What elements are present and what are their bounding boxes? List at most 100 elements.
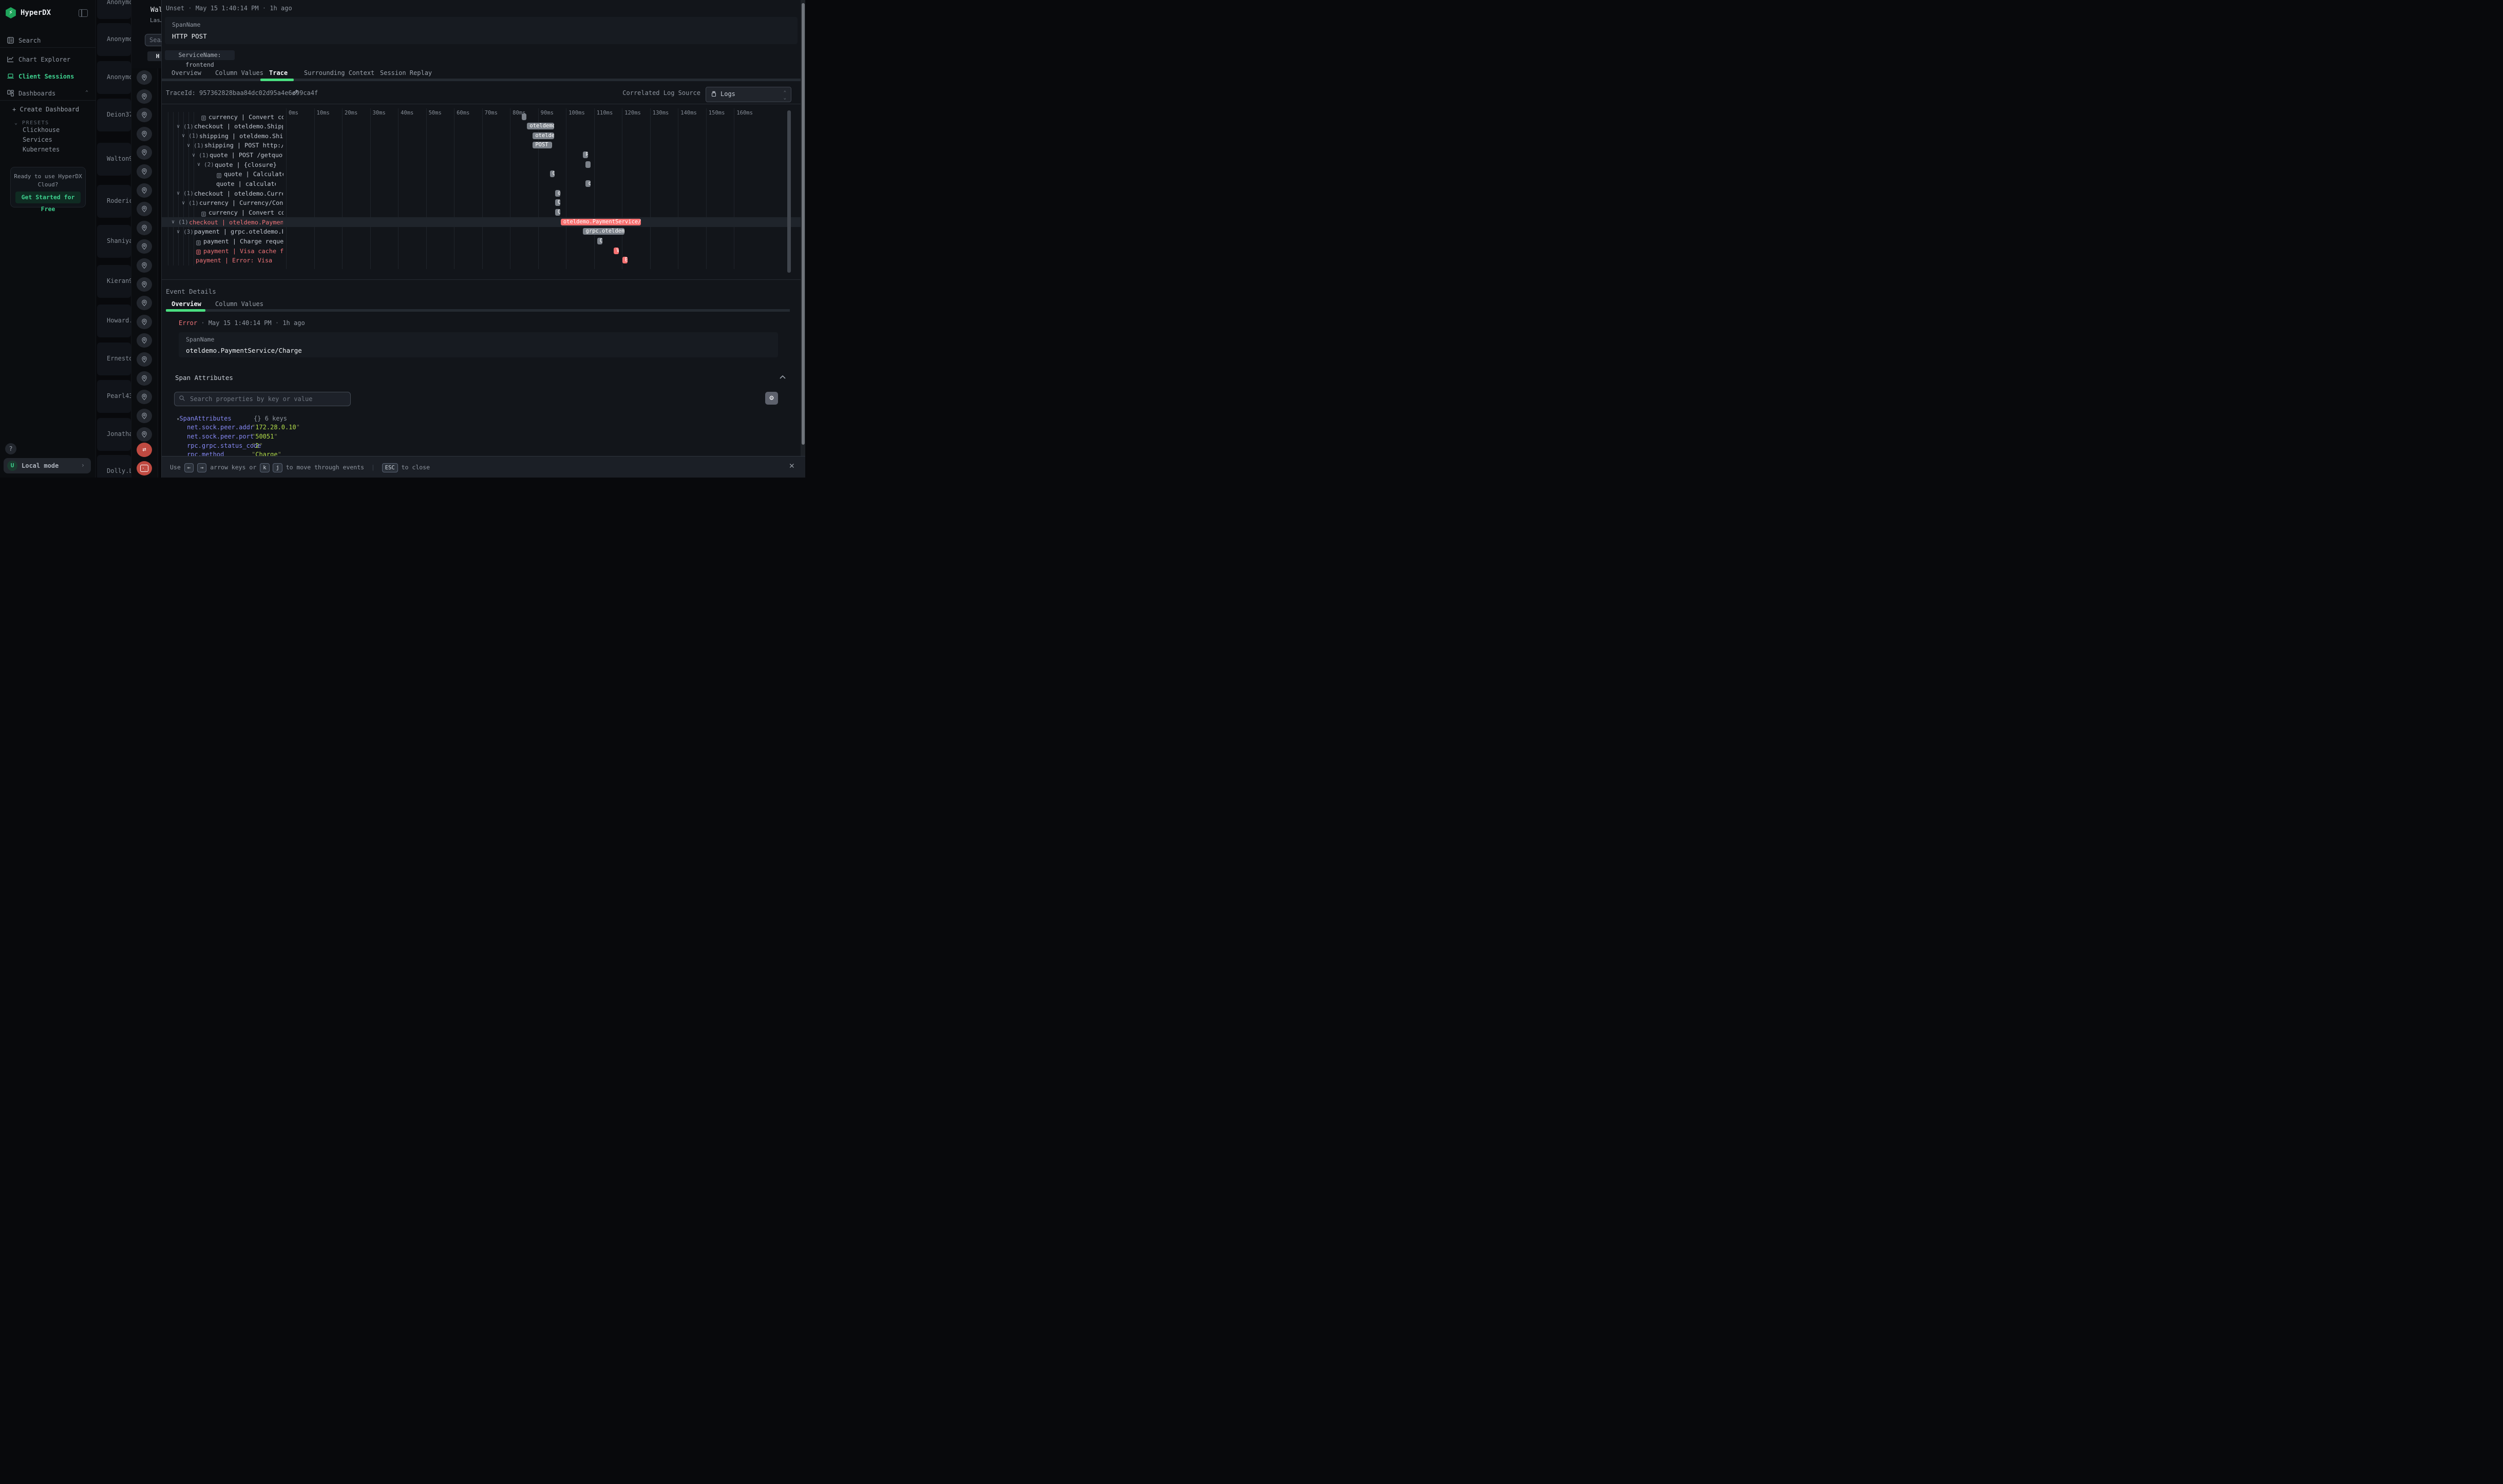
timeline-event-pin-icon[interactable]: [137, 352, 152, 367]
local-mode-button[interactable]: U Local mode ›: [4, 458, 91, 473]
sidebar-item-search[interactable]: Search: [0, 33, 96, 48]
session-list-item[interactable]: Deion37@gm…: [97, 99, 131, 131]
chevron-down-icon[interactable]: ∨: [177, 229, 180, 235]
help-button[interactable]: ?: [5, 443, 16, 454]
edit-pencil-icon[interactable]: [292, 89, 299, 96]
timeline-event-pin-icon[interactable]: [137, 221, 152, 235]
session-list-item[interactable]: Anonymous: [97, 23, 131, 56]
session-list-item[interactable]: Ernesto33@…: [97, 343, 131, 375]
span-bar[interactable]: [585, 161, 591, 168]
span-bar[interactable]: C: [597, 238, 602, 244]
session-list-item[interactable]: Shaniya.Sc…: [97, 225, 131, 258]
trace-span-row[interactable]: quote | calculate-quotec: [162, 179, 801, 189]
span-bar[interactable]: oteldemo: [533, 132, 554, 139]
preset-clickhouse[interactable]: Clickhouse: [23, 126, 60, 134]
trace-span-row[interactable]: payment | Visa cache full: c…V: [162, 246, 801, 256]
waterfall-scrollbar[interactable]: [787, 110, 791, 273]
presets-group[interactable]: ⌄ PRESETS: [14, 117, 49, 126]
chevron-down-icon[interactable]: ∨: [182, 200, 185, 206]
trace-span-row[interactable]: ∨(1)shipping | oteldemo.Shipping…oteldem…: [162, 131, 801, 141]
tab-session-replay[interactable]: Session Replay: [380, 69, 432, 77]
tab-surrounding-context[interactable]: Surrounding Context: [304, 69, 374, 77]
session-list-item[interactable]: Anonymous: [97, 0, 131, 19]
session-list-item[interactable]: Walton9@ho…: [97, 143, 131, 176]
tab-trace[interactable]: Trace: [269, 69, 288, 77]
span-bar[interactable]: POST htt: [533, 142, 552, 148]
timeline-event-pin-icon[interactable]: [137, 127, 152, 141]
drawer-scrollbar-thumb[interactable]: [802, 3, 805, 445]
session-list-item[interactable]: Roderick_S…: [97, 185, 131, 218]
get-started-button[interactable]: Get Started for Free: [15, 192, 81, 203]
span-bar[interactable]: C: [555, 209, 560, 216]
create-dashboard-button[interactable]: + Create Dashboard: [12, 106, 79, 113]
session-list-item[interactable]: Howard.Run…: [97, 305, 131, 337]
gear-icon[interactable]: ⚙: [765, 392, 778, 405]
preset-services[interactable]: Services: [23, 136, 52, 143]
span-bar-error[interactable]: V: [614, 248, 619, 254]
timeline-event-pin-icon[interactable]: [137, 70, 152, 85]
timeline-event-pin-icon[interactable]: [137, 108, 152, 122]
chevron-down-icon[interactable]: ∨: [177, 124, 180, 129]
trace-span-row[interactable]: currency | Convert convers…C: [162, 208, 801, 218]
service-name-chip[interactable]: ServiceName: frontend: [165, 50, 235, 60]
chevron-down-icon[interactable]: ∨: [177, 191, 180, 196]
trace-span-row[interactable]: currency | Convert convers…: [162, 112, 801, 122]
session-list-item[interactable]: Kieran92@h…: [97, 265, 131, 298]
timeline-event-pin-icon[interactable]: [137, 164, 152, 179]
trace-span-row[interactable]: ∨(1)shipping | POST http://quo…POST htt: [162, 141, 801, 150]
chevron-down-icon[interactable]: ∨: [182, 133, 185, 139]
timeline-terminal-icon[interactable]: ›_: [137, 461, 152, 475]
span-bar[interactable]: grpc.oteldemo.: [583, 228, 624, 235]
span-bar-error[interactable]: oteldemo.PaymentService/Char: [561, 219, 641, 225]
timeline-event-pin-icon[interactable]: [137, 258, 152, 273]
collapse-chevron-icon[interactable]: [779, 374, 786, 379]
session-list-item[interactable]: Dolly.Lubo…: [97, 455, 131, 478]
chevron-down-icon[interactable]: ∨: [172, 219, 175, 225]
timeline-event-pin-icon[interactable]: [137, 371, 152, 386]
timeline-swap-arrows-icon[interactable]: ⇄: [137, 443, 152, 457]
trace-span-row[interactable]: ∨(2)quote | {closure}: [162, 160, 801, 169]
chevron-down-icon[interactable]: ∨: [192, 153, 195, 158]
timeline-event-pin-icon[interactable]: [137, 89, 152, 104]
session-list-item[interactable]: Jonathan.B…: [97, 418, 131, 451]
trace-span-row[interactable]: ∨(1)checkout | oteldemo.PaymentServi…ote…: [162, 217, 801, 227]
trace-span-row[interactable]: ∨(1)checkout | oteldemo.CurrencySe…o: [162, 188, 801, 198]
span-bar-error[interactable]: E: [622, 257, 628, 263]
span-bar[interactable]: C: [555, 199, 560, 206]
trace-span-row[interactable]: payment | Charge request rec…C: [162, 237, 801, 246]
tab-overview[interactable]: Overview: [172, 69, 201, 77]
span-bar[interactable]: [522, 113, 527, 120]
close-icon[interactable]: ✕: [789, 461, 794, 471]
timeline-event-pin-icon[interactable]: [137, 183, 152, 198]
trace-span-row[interactable]: ∨(1)quote | POST /getquoteP: [162, 150, 801, 160]
attributes-search-input[interactable]: [174, 392, 351, 406]
sidebar-item-client-sessions[interactable]: Client Sessions: [0, 69, 96, 84]
span-bar[interactable]: o: [555, 190, 560, 197]
timeline-event-pin-icon[interactable]: [137, 296, 152, 310]
session-list-item[interactable]: Pearl43@ho…: [97, 380, 131, 413]
trace-span-row[interactable]: payment | Error: Visa cache ful…E: [162, 256, 801, 265]
preset-kubernetes[interactable]: Kubernetes: [23, 146, 60, 153]
timeline-event-pin-icon[interactable]: [137, 202, 152, 216]
sidebar-collapse-icon[interactable]: [79, 9, 88, 17]
session-list-item[interactable]: Anonymous: [97, 61, 131, 94]
log-source-select[interactable]: Logs ⌃⌄: [706, 87, 791, 102]
event-tab-column-values[interactable]: Column Values: [215, 300, 263, 308]
chevron-down-icon[interactable]: ∨: [187, 143, 190, 148]
sidebar-item-chart-explorer[interactable]: Chart Explorer: [0, 52, 96, 67]
timeline-event-pin-icon[interactable]: [137, 409, 152, 423]
trace-span-row[interactable]: quote | Calculated q…C: [162, 169, 801, 179]
tab-column-values[interactable]: Column Values: [215, 69, 263, 77]
trace-span-row[interactable]: ∨(1)currency | Currency/ConvertC: [162, 198, 801, 208]
span-bar[interactable]: P: [583, 151, 588, 158]
trace-span-row[interactable]: ∨(1)checkout | oteldemo.ShippingSe…oteld…: [162, 122, 801, 131]
timeline-event-pin-icon[interactable]: [137, 390, 152, 404]
attributes-root-row[interactable]: ▾SpanAttributes: [177, 415, 232, 422]
span-bar[interactable]: C: [550, 170, 555, 177]
timeline-event-pin-icon[interactable]: [137, 277, 152, 292]
event-tab-overview[interactable]: Overview: [172, 300, 201, 308]
sidebar-item-dashboards[interactable]: Dashboards⌃: [0, 86, 96, 101]
trace-span-row[interactable]: ∨(3)payment | grpc.oteldemo.Paymen…grpc.…: [162, 227, 801, 237]
span-bar[interactable]: c: [585, 180, 591, 187]
span-bar[interactable]: oteldemo.: [527, 123, 554, 129]
